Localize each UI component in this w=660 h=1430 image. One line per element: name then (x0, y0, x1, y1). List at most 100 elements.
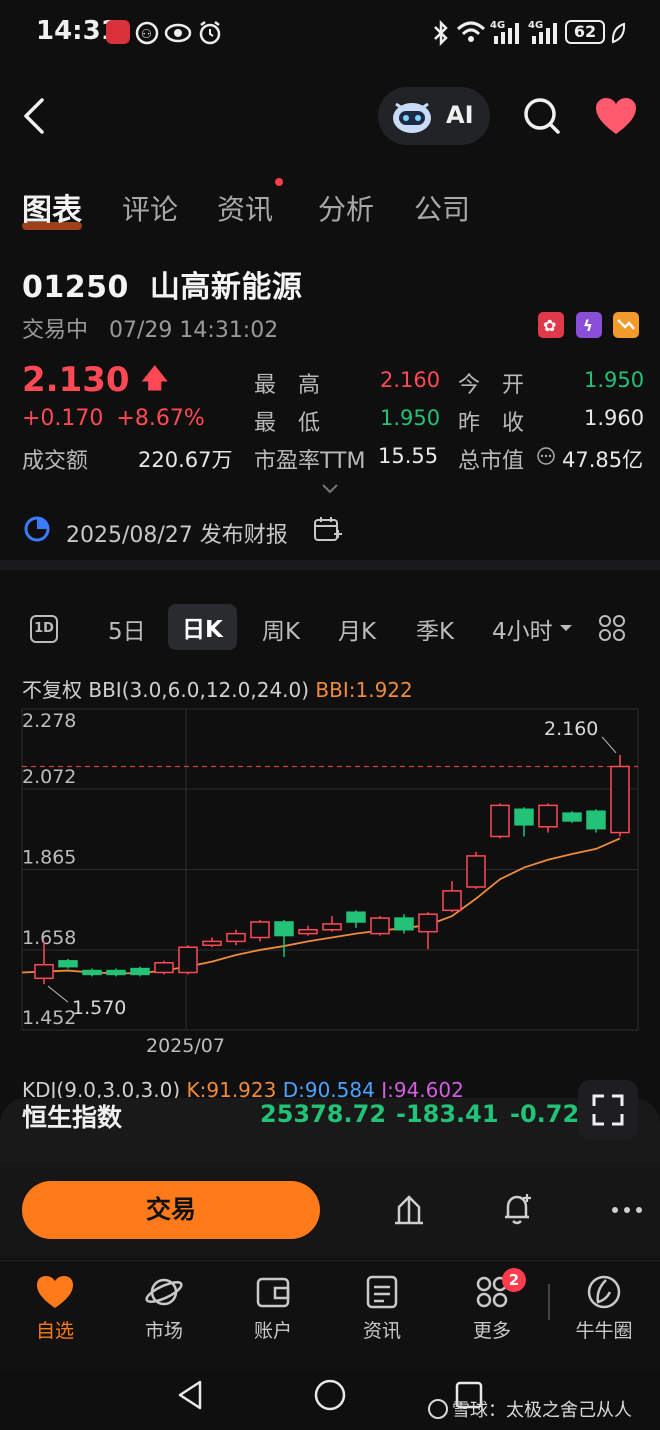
stock-title: 01250 山高新能源 (22, 262, 302, 306)
low-marker-label: 1.570 (72, 997, 126, 1019)
nav-watchlist[interactable]: 自选 (15, 1274, 95, 1343)
tab-analysis[interactable]: 分析 (318, 188, 374, 228)
candle-body (106, 969, 126, 976)
dropdown-triangle-icon[interactable] (558, 622, 574, 634)
more-options-icon[interactable] (610, 1200, 644, 1220)
period-monthly-k[interactable]: 月K (338, 612, 376, 646)
low-label: 最 低 (254, 411, 321, 436)
candle-body (34, 963, 54, 980)
system-home-icon[interactable] (313, 1378, 347, 1412)
period-1d-icon[interactable]: 1D (30, 615, 58, 643)
tab-company[interactable]: 公司 (414, 188, 470, 228)
candle-body (274, 921, 294, 937)
nav-account-label: 账户 (253, 1320, 292, 1342)
status-datetime: 07/29 14:31:02 (109, 318, 279, 343)
trading-status: 交易中 07/29 14:31:02 (22, 312, 278, 344)
high-marker-leader (601, 736, 617, 754)
period-4hour[interactable]: 4小时 (492, 612, 553, 646)
position-chart-icon[interactable] (392, 1192, 426, 1226)
candle-body (466, 855, 486, 888)
expand-chevron-icon[interactable] (320, 482, 340, 496)
market-cap-label: 总市值 (458, 449, 525, 474)
nav-niuniu-label: 牛牛圈 (575, 1320, 633, 1342)
turnover-label: 成交额 (22, 449, 89, 474)
watermark-text: 雪球：太极之舍己从人 (452, 1400, 632, 1421)
y-tick-label: 1.658 (22, 927, 76, 949)
index-change: -183.41 (396, 1100, 499, 1128)
candlestick-chart[interactable]: 2.278 2.072 1.865 1.658 1.452 2025/07 2.160 1.5… (0, 700, 660, 1070)
low-value: 1.950 (380, 406, 441, 430)
open-label: 今 开 (458, 373, 525, 398)
pe-label: 市盈率TTM (254, 449, 366, 474)
index-value: 25378.72 (260, 1100, 387, 1128)
prev-close-label: 昨 收 (458, 411, 525, 436)
change-value: +0.170 (22, 406, 104, 431)
layout-grid-icon[interactable] (598, 614, 626, 642)
nav-news-label: 资讯 (362, 1320, 401, 1342)
svg-text:4G: 4G (490, 20, 505, 31)
nav-niuniu-circle[interactable]: 牛牛圈 (564, 1274, 644, 1343)
candle-body (346, 911, 366, 923)
nav-more-badge: 2 (502, 1268, 526, 1292)
candle-body (178, 946, 198, 974)
candle-body (58, 960, 78, 968)
pe-value: 15.55 (378, 444, 439, 468)
low-marker-leader (47, 985, 69, 1003)
favorite-heart-icon[interactable] (594, 96, 638, 136)
price-up-arrow-icon: 🡅 (141, 364, 169, 394)
hk-market-icon: ✿ (538, 312, 564, 338)
period-weekly-k[interactable]: 周K (262, 612, 300, 646)
app-notification-icon (106, 20, 130, 44)
data-saver-icon: ⚇ (135, 21, 159, 45)
nav-market[interactable]: 市场 (124, 1274, 204, 1343)
period-selector: 1D 5日 日K 周K 月K 季K 4小时 (0, 600, 660, 656)
prev-close-value: 1.960 (584, 406, 645, 430)
nav-news[interactable]: 资讯 (342, 1274, 422, 1343)
svg-text:✿: ✿ (543, 316, 556, 335)
more-info-icon[interactable] (536, 446, 556, 466)
signal-4g-icon-2: 4G (528, 20, 557, 44)
candle-body (82, 969, 102, 976)
candle-body (442, 890, 462, 912)
candle-body (298, 928, 318, 935)
y-tick-label: 1.452 (22, 1007, 76, 1029)
change-percent: +8.67% (116, 406, 205, 431)
pie-chart-icon (24, 516, 50, 542)
trade-button[interactable]: 交易 (22, 1181, 320, 1239)
search-icon[interactable] (522, 96, 562, 136)
price-alert-bell-icon[interactable] (500, 1190, 536, 1226)
indicator-legend[interactable]: 不复权 BBI(3.0,6.0,12.0,24.0) BBI:1.922 (22, 674, 413, 703)
bottom-nav (0, 1260, 660, 1370)
calendar-add-icon[interactable] (312, 514, 342, 544)
high-label: 最 高 (254, 373, 321, 398)
candle-body (514, 808, 534, 826)
candle-body (202, 940, 222, 947)
period-daily-k[interactable]: 日K (168, 604, 237, 650)
price-change: +0.170 +8.67% (22, 406, 205, 431)
nav-account[interactable]: 账户 (233, 1274, 313, 1343)
candle-body (490, 804, 510, 838)
y-tick-label: 1.865 (22, 847, 76, 869)
period-quarterly-k[interactable]: 季K (416, 612, 454, 646)
tab-comments[interactable]: 评论 (122, 188, 178, 228)
candle-body (370, 917, 390, 935)
earnings-date-text: 2025/08/27 发布财报 (66, 523, 288, 548)
candle-body (322, 923, 342, 931)
back-icon[interactable] (20, 96, 50, 136)
status-text: 交易中 (22, 318, 89, 343)
tab-chart[interactable]: 图表 (22, 185, 82, 229)
candle-body (610, 765, 630, 834)
niuniu-icon (587, 1275, 621, 1309)
tab-news[interactable]: 资讯 (217, 188, 273, 228)
fullscreen-button[interactable] (578, 1080, 638, 1140)
section-divider (0, 560, 660, 570)
ai-assistant-button[interactable]: AI (378, 87, 490, 145)
candle-body (130, 967, 150, 976)
short-sell-icon (613, 312, 639, 338)
watermark: 雪球：太极之舍己从人 (428, 1396, 632, 1422)
svg-text:ϟ: ϟ (583, 317, 593, 335)
wallet-icon (256, 1277, 290, 1308)
period-5day[interactable]: 5日 (108, 612, 146, 646)
system-back-icon[interactable] (174, 1378, 206, 1412)
x-tick-label: 2025/07 (146, 1035, 225, 1057)
